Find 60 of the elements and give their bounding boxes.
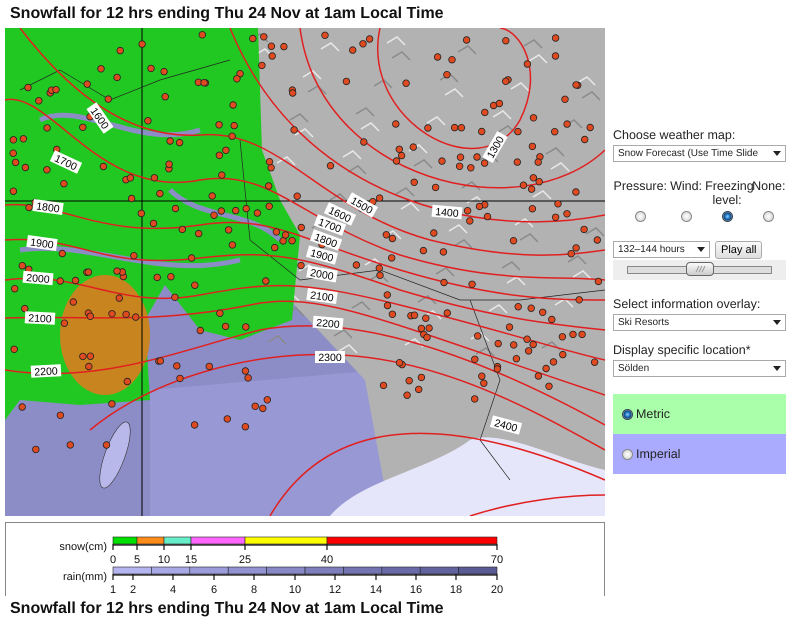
location-dropdown[interactable]: Sölden (613, 360, 786, 377)
slider-thumb[interactable] (686, 262, 714, 276)
dropdown-label: Choose weather map: (613, 128, 736, 142)
unit-label: Metric (636, 407, 670, 421)
unit-option[interactable]: Metric (613, 394, 786, 434)
contour-label: 1400 (432, 204, 462, 220)
tick-label: 70 (490, 554, 504, 566)
tick-label: 20 (490, 584, 504, 596)
tick-label: 10 (158, 554, 170, 566)
tick-label: 4 (170, 584, 176, 596)
contour-label: 2200 (30, 364, 62, 379)
tick-label: 15 (184, 554, 198, 566)
radio-label: None: (752, 179, 786, 195)
caret-icon (773, 320, 781, 325)
tick-label: 16 (410, 584, 422, 596)
dropdown-label: Select information overlay: (613, 297, 762, 311)
tick-label: 40 (320, 554, 334, 566)
radio-button[interactable] (634, 211, 646, 222)
tick-label: 18 (450, 584, 462, 596)
weather-map-dropdown[interactable]: Snow Forecast (Use Time Slide (613, 145, 786, 162)
legend-label: snow(cm) (59, 541, 107, 553)
unit-option[interactable]: Imperial (613, 434, 786, 474)
tick-label: 5 (134, 554, 140, 566)
caret-icon (773, 151, 781, 156)
contour-label: 2300 (315, 351, 345, 364)
unit-label: Imperial (636, 447, 680, 461)
contour-label: 1900 (26, 234, 58, 252)
radio-label: Pressure: (614, 179, 668, 195)
map-title: Snowfall for 12 hrs ending Thu 24 Nov at 1am Local Time (10, 600, 444, 618)
tick-label: 12 (328, 584, 342, 596)
legend-label: rain(mm) (63, 571, 107, 583)
tick-label: 10 (288, 584, 302, 596)
radio-button[interactable] (680, 211, 692, 222)
contour-label: 2400 (490, 415, 522, 435)
period-dropdown[interactable]: 132–144 hours (613, 241, 710, 258)
tick-label: 0 (110, 554, 116, 566)
radio-button[interactable] (622, 448, 633, 460)
tick-label: 25 (238, 554, 252, 566)
caret-icon (773, 366, 781, 371)
contour-label: 2100 (24, 311, 56, 326)
contour-label: 1800 (32, 198, 64, 216)
tick-label: 6 (210, 584, 218, 596)
radio-button[interactable] (622, 408, 633, 420)
tick-label: 8 (250, 584, 258, 596)
overlay-dropdown[interactable]: Ski Resorts (613, 314, 786, 331)
tick-label: 2 (130, 584, 136, 596)
radio-button[interactable] (722, 211, 733, 222)
caret-icon (697, 247, 705, 252)
radio-button[interactable] (763, 211, 774, 222)
contour-label: 2000 (306, 265, 338, 283)
dropdown-label: Display specific location* (613, 343, 752, 357)
tick-label: 14 (370, 584, 382, 596)
contour-label: 1700 (50, 150, 82, 174)
map-title: Snowfall for 12 hrs ending Thu 24 Nov at 1am Local Time (10, 5, 444, 23)
play-all-button[interactable]: Play all (715, 241, 762, 259)
contour-label: 2200 (312, 316, 344, 331)
radio-label: Wind: (670, 179, 702, 195)
tick-label: 1 (110, 584, 116, 596)
contour-label: 2000 (22, 270, 54, 286)
contour-label: 2100 (306, 288, 338, 305)
